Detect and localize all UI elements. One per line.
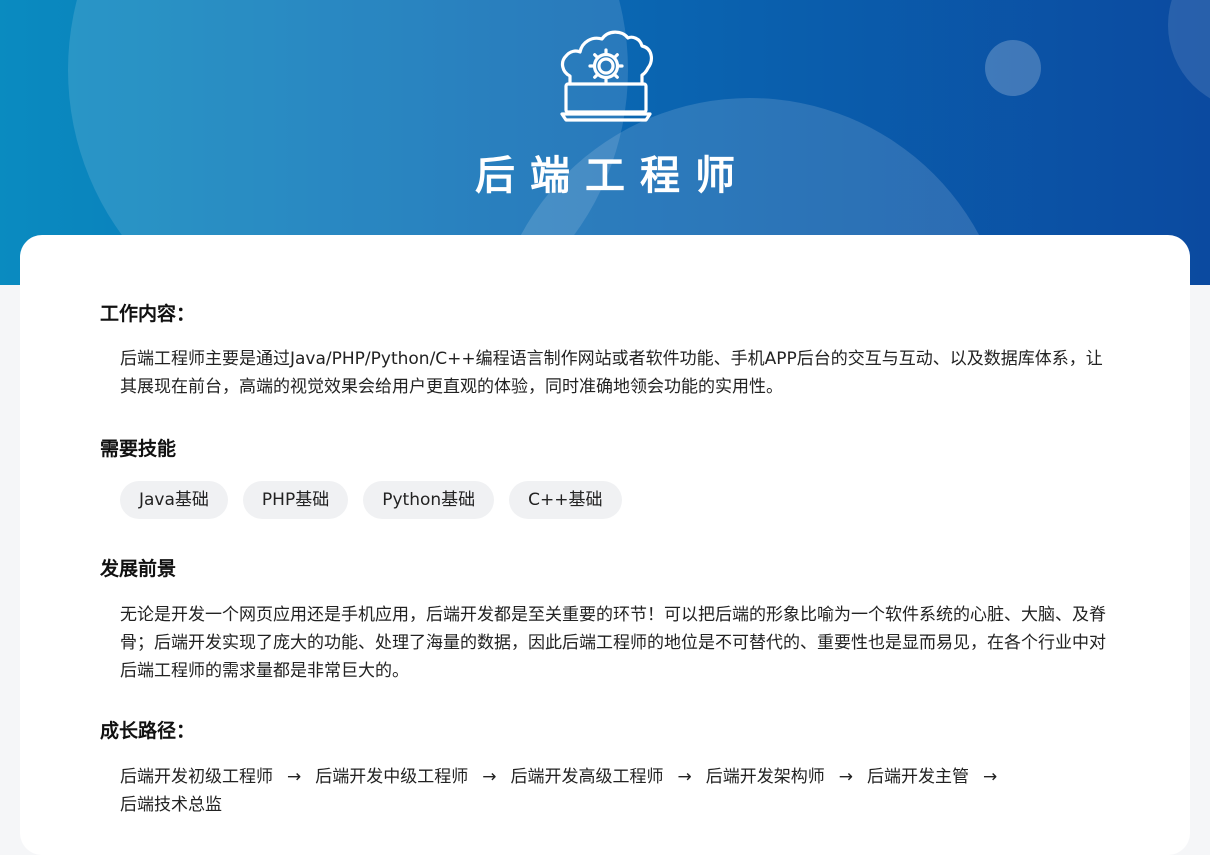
cloud-gear-laptop-icon bbox=[560, 30, 653, 122]
arrow-right-icon: → bbox=[677, 767, 692, 787]
skill-tags: Java基础 PHP基础 Python基础 C++基础 bbox=[120, 481, 622, 519]
section-title-prospect: 发展前景 bbox=[100, 558, 177, 580]
arrow-right-icon: → bbox=[838, 767, 853, 787]
content-card: 工作内容： 后端工程师主要是通过Java/PHP/Python/C++编程语言制… bbox=[20, 235, 1190, 855]
section-title-skills: 需要技能 bbox=[100, 438, 177, 460]
growth-step: 后端开发初级工程师 bbox=[120, 767, 273, 787]
skill-tag[interactable]: Java基础 bbox=[120, 481, 228, 519]
growth-path: 后端开发初级工程师 → 后端开发中级工程师 → 后端开发高级工程师 → 后端开发架构师 → 后端… bbox=[120, 763, 1080, 819]
arrow-right-icon: → bbox=[482, 767, 497, 787]
decor-circle bbox=[985, 40, 1041, 96]
skill-tag[interactable]: PHP基础 bbox=[242, 481, 349, 519]
growth-step: 后端开发高级工程师 bbox=[510, 767, 664, 787]
growth-step: 后端技术总监 bbox=[120, 795, 222, 815]
growth-step: 后端开发架构师 bbox=[705, 767, 825, 787]
arrow-right-icon: → bbox=[983, 767, 998, 787]
growth-step: 后端开发主管 bbox=[867, 767, 969, 787]
arrow-right-icon: → bbox=[287, 767, 302, 787]
work-description: 后端工程师主要是通过Java/PHP/Python/C++编程语言制作网站或者软… bbox=[120, 349, 1103, 397]
skill-tag[interactable]: Python基础 bbox=[363, 481, 495, 519]
page-title: 后端工程师 bbox=[475, 153, 750, 199]
decor-circle bbox=[1168, 0, 1210, 110]
skill-tag[interactable]: C++基础 bbox=[509, 481, 622, 519]
prospect-description: 无论是开发一个网页应用还是手机应用，后端开发都是至关重要的环节！可以把后端的形象… bbox=[120, 605, 1106, 681]
growth-step: 后端开发中级工程师 bbox=[315, 767, 469, 787]
section-title-work: 工作内容： bbox=[100, 303, 196, 325]
section-title-growth: 成长路径： bbox=[100, 720, 196, 742]
